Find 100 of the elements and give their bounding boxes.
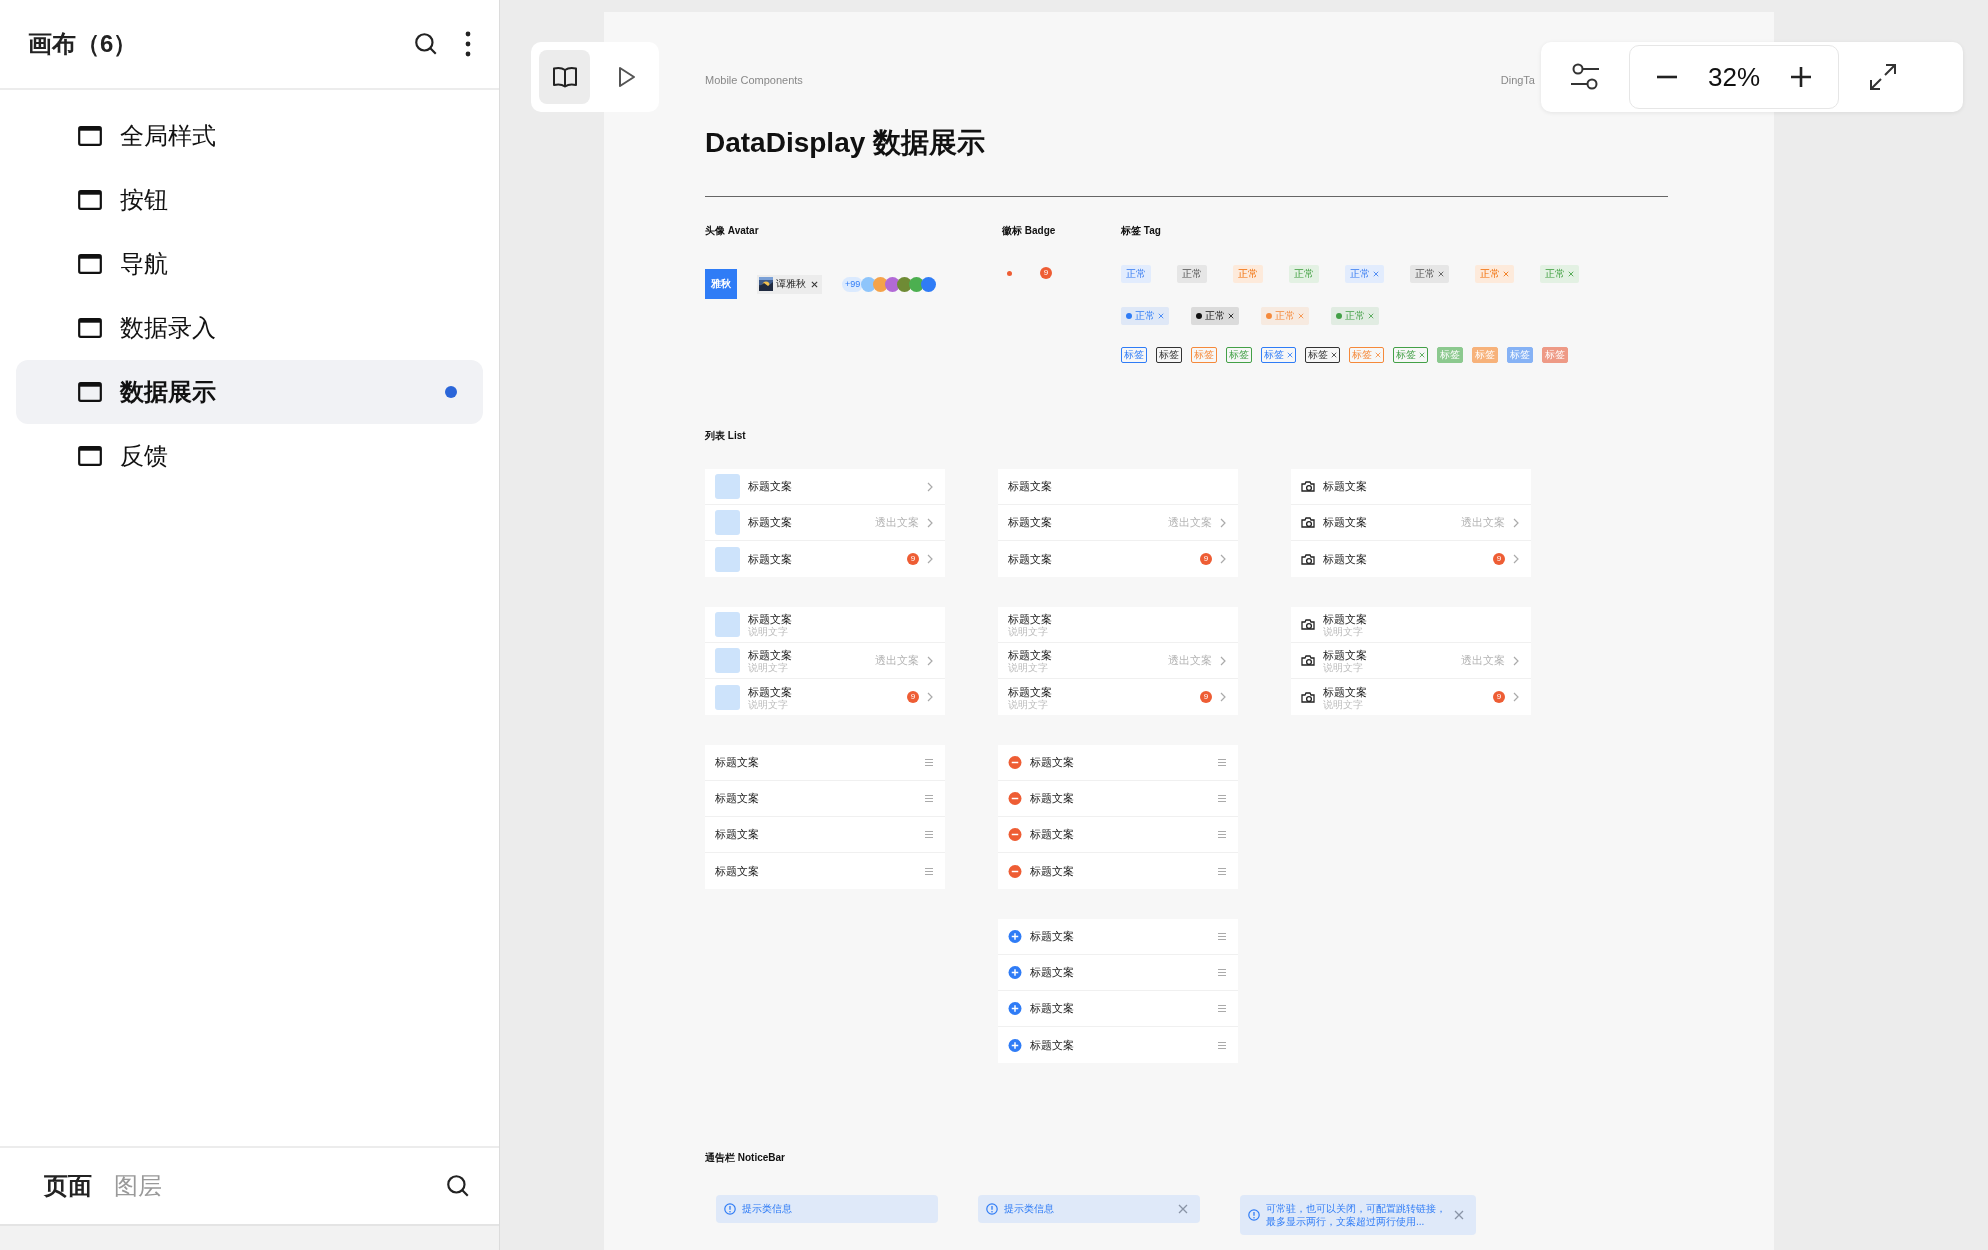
list-item[interactable]: 标题文案 9 [1291,541,1531,577]
list-item[interactable]: 标题文案 [705,853,945,889]
list-item[interactable]: 标题文案 [998,919,1238,955]
remove-icon[interactable] [1008,828,1022,841]
page-label: 全局样式 [120,121,217,151]
drag-handle-icon[interactable] [925,795,933,802]
item-extra: 透出文案 [875,653,919,668]
item-title: 标题文案 [1008,479,1053,494]
count-badge: 9 [1493,553,1505,565]
drag-handle-icon[interactable] [1218,1041,1226,1049]
drag-handle-icon[interactable] [925,867,933,875]
list-item[interactable]: 标题文案 9 [998,541,1238,577]
list-item[interactable]: 标题文案 说明文字 [705,607,945,643]
close-icon[interactable] [1438,271,1444,277]
list-item[interactable]: 标题文案 9 [705,541,945,577]
count-badge: 9 [1040,267,1052,279]
list-item[interactable]: 标题文案 [1291,469,1531,505]
thumbnail [715,474,740,499]
drag-handle-icon[interactable] [1218,795,1226,802]
list-item[interactable]: 标题文案 [705,817,945,853]
page-item[interactable]: 数据展示 [16,360,483,424]
list-item[interactable]: 标题文案 [705,745,945,781]
search-icon[interactable] [445,1173,471,1199]
item-description: 说明文字 [1323,699,1363,710]
list-item[interactable]: 标题文案 [998,745,1238,781]
page-item[interactable]: 反馈 [16,424,483,488]
close-icon[interactable] [1331,352,1337,358]
tag: 标签 [1191,347,1217,363]
remove-icon[interactable] [1008,792,1022,805]
panel-tab[interactable]: 页面 [44,1170,92,1202]
list-item[interactable]: 标题文案 [998,1027,1238,1063]
item-title: 标题文案 [1008,684,1053,698]
close-icon[interactable] [1228,313,1234,319]
remove-icon[interactable] [1008,864,1022,878]
list-item[interactable]: 标题文案 说明文字 透出文案 [998,643,1238,679]
add-icon[interactable] [1008,1002,1022,1015]
drag-handle-icon[interactable] [1218,867,1226,875]
list-item[interactable]: 标题文案 [998,817,1238,853]
list-item[interactable]: 标题文案 [998,781,1238,817]
list-item[interactable]: 标题文案 透出文案 [998,505,1238,541]
page-item[interactable]: 导航 [16,232,483,296]
item-title: 标题文案 [715,863,760,879]
drag-handle-icon[interactable] [925,759,933,766]
list-item[interactable]: 标题文案 [998,955,1238,991]
remove-icon[interactable] [1008,756,1022,769]
add-icon[interactable] [1008,1038,1022,1052]
notice-text: 提示类信息 [1004,1202,1055,1216]
list-item[interactable]: 标题文案 [705,469,945,505]
list-item[interactable]: 标题文案 说明文字 9 [1291,679,1531,715]
tag: 标签 [1156,347,1182,363]
list-item[interactable]: 标题文案 说明文字 [998,607,1238,643]
list-item[interactable]: 标题文案 说明文字 [1291,607,1531,643]
close-icon[interactable] [811,280,818,288]
add-icon[interactable] [1008,966,1022,979]
count-badge: 9 [907,553,919,565]
add-icon[interactable] [1008,930,1022,943]
item-title: 标题文案 [1030,965,1075,980]
list-item[interactable]: 标题文案 [998,853,1238,889]
list-item[interactable]: 标题文案 透出文案 [705,505,945,541]
page-item[interactable]: 数据录入 [16,296,483,360]
list-item[interactable]: 标题文案 说明文字 9 [998,679,1238,715]
search-icon[interactable] [413,31,439,57]
camera-icon [1301,654,1315,667]
list-item[interactable]: 标题文案 [998,469,1238,505]
item-title: 标题文案 [715,791,760,806]
more-icon[interactable] [465,31,471,57]
section-heading: 头像 Avatar [705,224,760,238]
item-title: 标题文案 [1030,863,1075,879]
drag-handle-icon[interactable] [925,831,933,838]
item-title: 标题文案 [1030,929,1075,944]
drag-handle-icon[interactable] [1218,831,1226,838]
list-item[interactable]: 标题文案 透出文案 [1291,505,1531,541]
thumbnail [715,510,740,535]
count-badge: 9 [1200,691,1212,703]
list-item[interactable]: 标题文案 说明文字 透出文案 [705,643,945,679]
drag-handle-icon[interactable] [1218,759,1226,766]
list-item[interactable]: 标题文案 说明文字 透出文案 [1291,643,1531,679]
drag-handle-icon[interactable] [1218,1005,1226,1012]
drag-handle-icon[interactable] [1218,933,1226,940]
item-title: 标题文案 [1323,648,1368,662]
page-item[interactable]: 全局样式 [16,104,483,168]
info-icon [1248,1209,1260,1221]
tag: 标签 [1542,347,1568,363]
list-item[interactable]: 标题文案 说明文字 9 [705,679,945,715]
drag-handle-icon[interactable] [1218,969,1226,976]
list-item[interactable]: 标题文案 [998,991,1238,1027]
count-badge: 9 [1200,553,1212,565]
list-item[interactable]: 标题文案 [705,781,945,817]
tag: 标签 [1472,347,1498,363]
tag: 标签 [1261,347,1296,363]
item-extra: 透出文案 [1461,653,1505,668]
section-heading: 列表 List [705,429,747,443]
item-title: 标题文案 [1030,791,1075,806]
camera-icon [1301,552,1315,566]
page-item[interactable]: 按钮 [16,168,483,232]
tag: 标签 [1393,347,1428,363]
book-button[interactable] [539,50,590,104]
tag: 正常 [1540,265,1579,283]
page-label: 按钮 [120,185,169,215]
page-label: 数据展示 [120,377,217,407]
